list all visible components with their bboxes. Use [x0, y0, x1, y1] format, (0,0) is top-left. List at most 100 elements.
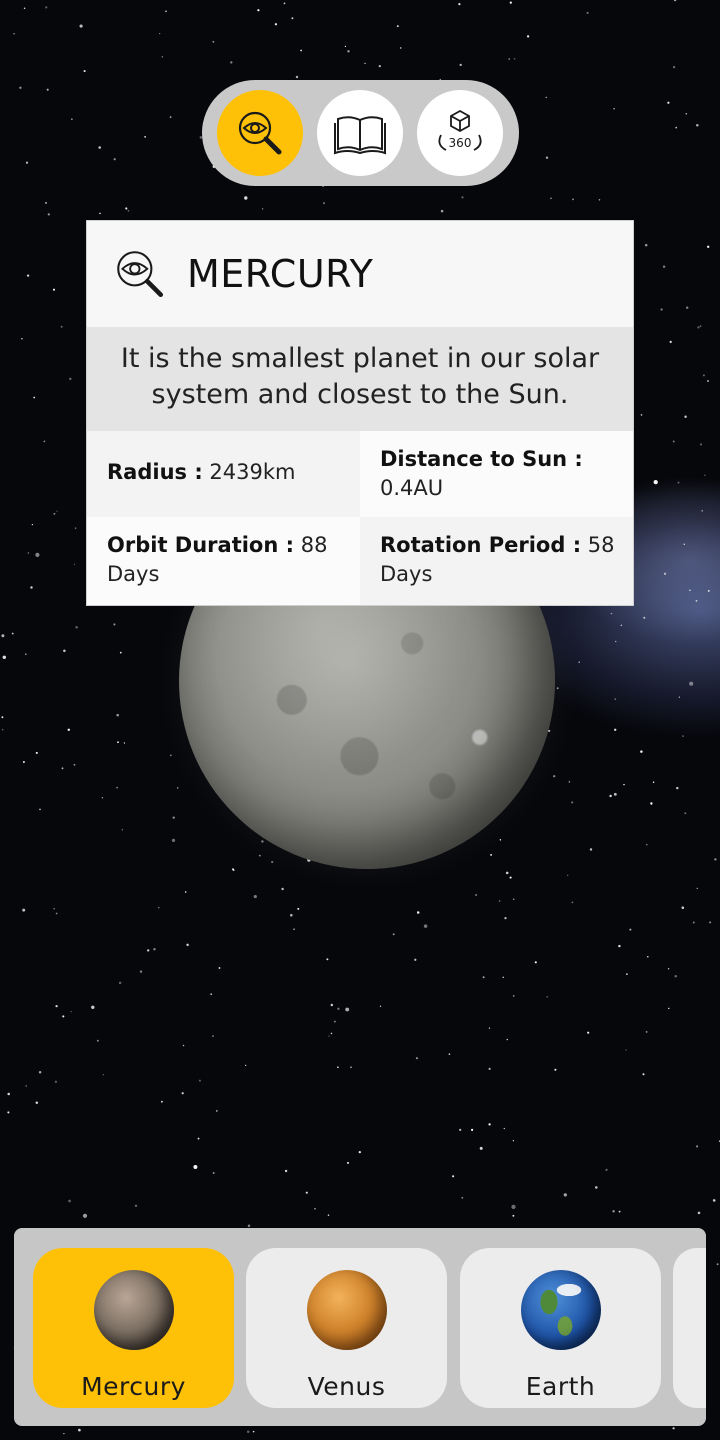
star	[490, 853, 493, 856]
star	[62, 1015, 65, 1018]
star	[689, 589, 691, 592]
star	[345, 1007, 350, 1012]
star	[578, 661, 580, 663]
star	[53, 512, 56, 515]
star	[692, 921, 695, 924]
star	[46, 88, 49, 91]
star	[193, 1165, 198, 1169]
star	[605, 1168, 608, 1171]
star	[682, 735, 684, 737]
star	[26, 274, 30, 277]
star	[246, 1430, 250, 1434]
star	[43, 440, 46, 443]
star	[337, 1007, 340, 1010]
star	[614, 698, 616, 700]
planet-item-label: Mercury	[81, 1372, 186, 1401]
star	[589, 848, 593, 851]
star	[61, 767, 64, 770]
star	[504, 916, 507, 920]
star	[459, 1128, 462, 1131]
star	[346, 1161, 350, 1164]
star	[689, 681, 694, 686]
star	[333, 1020, 336, 1023]
mode-toolbar: 360	[202, 80, 519, 186]
star	[2, 655, 7, 660]
planet-item-venus[interactable]: Venus	[246, 1248, 447, 1408]
star	[91, 1005, 95, 1009]
planet-description: It is the smallest planet in our solar s…	[87, 327, 633, 431]
star	[30, 586, 33, 589]
star	[640, 750, 643, 753]
star	[71, 118, 73, 120]
star	[27, 552, 30, 554]
planet-item-next[interactable]	[673, 1248, 706, 1408]
star	[572, 198, 574, 201]
star	[25, 161, 29, 164]
star	[39, 808, 41, 811]
star	[69, 377, 72, 381]
360-view-button[interactable]: 360	[417, 90, 503, 176]
star	[643, 616, 646, 619]
star	[714, 858, 717, 861]
star	[7, 1092, 10, 1096]
star	[653, 479, 658, 485]
planet-item-earth[interactable]: Earth	[460, 1248, 661, 1408]
star	[704, 474, 706, 476]
star	[482, 976, 485, 979]
fact-label: Orbit Duration :	[107, 533, 295, 557]
star	[642, 1073, 645, 1076]
star	[459, 63, 462, 67]
star	[54, 1080, 58, 1083]
star	[99, 212, 101, 215]
star	[618, 944, 621, 948]
star	[47, 213, 50, 216]
star	[53, 908, 55, 910]
star	[38, 1071, 42, 1074]
planet-selector[interactable]: Mercury Venus Earth	[14, 1228, 706, 1426]
star	[323, 202, 325, 204]
star	[550, 197, 552, 199]
star	[139, 970, 143, 973]
star	[683, 543, 686, 546]
star	[677, 481, 680, 484]
star	[116, 713, 119, 717]
star	[252, 1430, 255, 1433]
star	[695, 600, 698, 602]
star	[509, 1, 512, 4]
explore-eye-search-icon	[238, 111, 282, 155]
book-mode-button[interactable]	[317, 90, 403, 176]
star	[707, 589, 710, 592]
star	[63, 1432, 65, 1435]
mercury-thumbnail	[93, 1270, 174, 1350]
star	[171, 838, 176, 843]
star	[327, 1214, 330, 1216]
star	[613, 107, 615, 110]
star	[545, 156, 549, 159]
planet-item-mercury[interactable]: Mercury	[33, 1248, 234, 1408]
star	[672, 440, 675, 443]
star	[663, 572, 667, 575]
star	[165, 10, 167, 13]
star	[73, 763, 76, 766]
planet-item-label: Venus	[307, 1372, 386, 1401]
star	[629, 928, 632, 931]
star	[672, 65, 676, 69]
star	[416, 911, 420, 914]
star	[330, 1032, 333, 1035]
star	[300, 49, 302, 52]
star	[614, 640, 617, 643]
explore-mode-button[interactable]	[217, 90, 303, 176]
star	[212, 1172, 215, 1174]
star	[186, 943, 189, 947]
star	[344, 45, 347, 48]
star	[33, 396, 36, 399]
star	[508, 58, 510, 60]
star	[378, 64, 381, 68]
star	[568, 781, 571, 783]
star	[512, 1140, 515, 1142]
star	[553, 775, 556, 778]
star	[571, 801, 574, 804]
star	[699, 325, 702, 327]
star	[423, 924, 428, 928]
explore-eye-search-icon	[117, 251, 164, 298]
